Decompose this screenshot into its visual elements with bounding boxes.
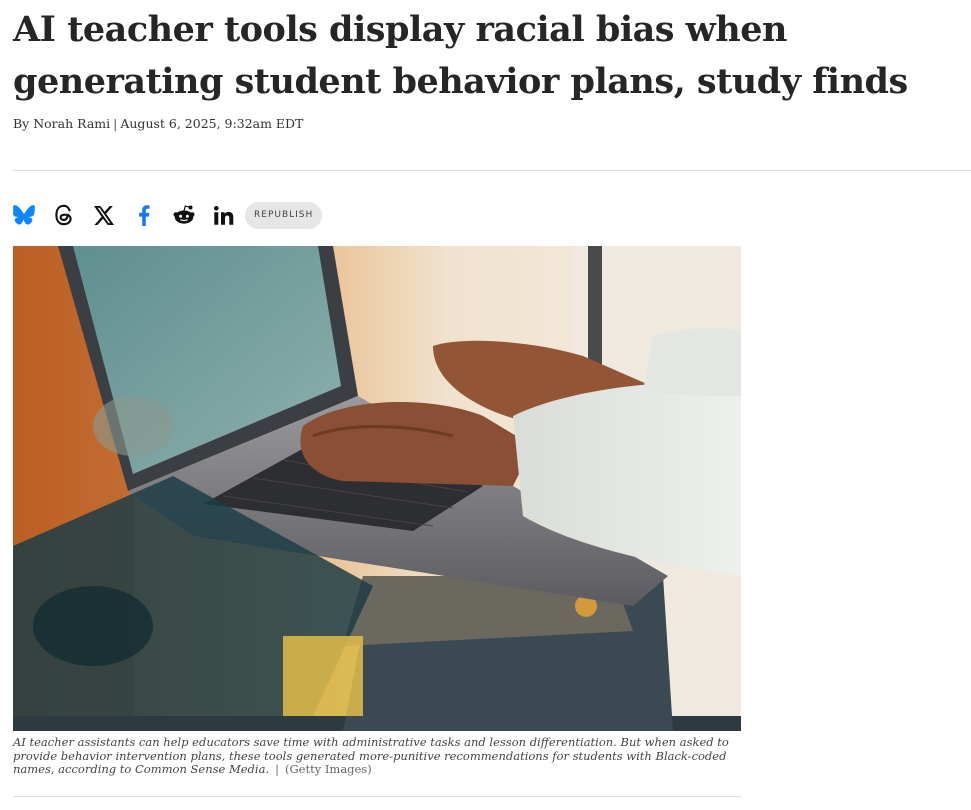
photo-credit: (Getty Images) (285, 762, 372, 776)
bluesky-icon[interactable] (13, 204, 35, 226)
author-link[interactable]: By Norah Rami (13, 116, 110, 131)
byline: By Norah Rami | August 6, 2025, 9:32am EDT (13, 116, 303, 131)
article-photo (13, 246, 741, 731)
caption-separator: | (275, 762, 279, 776)
photo-caption: AI teacher assistants can help educators… (13, 735, 741, 777)
share-bar: REPUBLISH (13, 200, 323, 230)
reddit-icon[interactable] (173, 204, 195, 226)
header-divider (13, 170, 971, 171)
article-headline: AI teacher tools display racial bias whe… (13, 9, 908, 102)
caption-divider (13, 796, 741, 797)
publish-date: August 6, 2025, 9:32am EDT (120, 116, 304, 131)
byline-separator: | (113, 116, 118, 131)
x-icon[interactable] (93, 204, 115, 226)
facebook-icon[interactable] (133, 204, 155, 226)
threads-icon[interactable] (53, 204, 75, 226)
republish-button[interactable]: REPUBLISH (245, 201, 323, 229)
linkedin-icon[interactable] (213, 204, 235, 226)
